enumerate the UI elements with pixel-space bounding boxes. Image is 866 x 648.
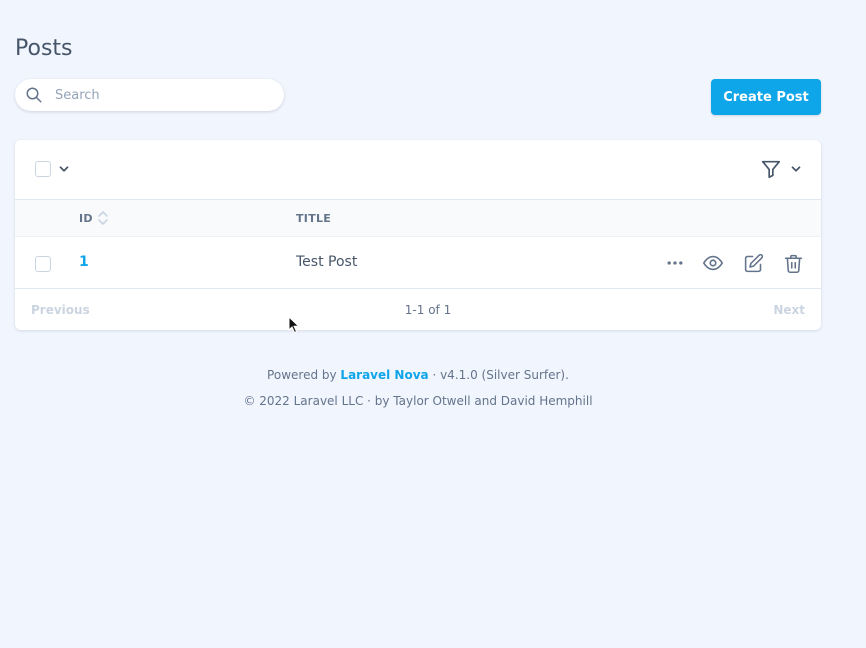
mouse-cursor-icon bbox=[288, 316, 300, 334]
footer-powered-by: Powered by Laravel Nova · v4.1.0 (Silver… bbox=[0, 368, 836, 382]
search-box[interactable] bbox=[15, 79, 284, 111]
footer-version: · v4.1.0 (Silver Surfer). bbox=[428, 368, 569, 382]
select-all-checkbox[interactable] bbox=[35, 161, 51, 177]
footer-copyright: © 2022 Laravel LLC · by Taylor Otwell an… bbox=[243, 394, 593, 408]
edit-button[interactable] bbox=[741, 251, 765, 275]
table-header: ID TITLE bbox=[15, 200, 821, 237]
resource-table-card: ID TITLE 1 Test Post Previous 1-1 of 1 N… bbox=[15, 140, 821, 330]
view-button[interactable] bbox=[701, 251, 725, 275]
filter-icon[interactable] bbox=[760, 158, 782, 180]
sort-icon[interactable] bbox=[97, 209, 109, 227]
chevron-down-icon[interactable] bbox=[789, 162, 803, 176]
table-row: 1 Test Post bbox=[15, 237, 821, 289]
search-input[interactable] bbox=[55, 79, 275, 111]
laravel-nova-link[interactable]: Laravel Nova bbox=[340, 368, 428, 382]
pencil-square-icon bbox=[744, 253, 763, 272]
eye-icon bbox=[703, 255, 723, 271]
page-title: Posts bbox=[15, 36, 73, 61]
row-actions-button[interactable] bbox=[663, 251, 687, 275]
page: Posts Create Post ID bbox=[0, 0, 866, 648]
delete-button[interactable] bbox=[781, 251, 805, 275]
row-checkbox[interactable] bbox=[35, 256, 51, 272]
create-post-button[interactable]: Create Post bbox=[711, 79, 821, 115]
trash-icon bbox=[784, 254, 802, 273]
ellipsis-icon bbox=[667, 261, 683, 265]
row-title: Test Post bbox=[296, 254, 358, 270]
next-button[interactable]: Next bbox=[773, 303, 805, 317]
table-toolbar bbox=[15, 140, 821, 200]
footer-powered-prefix: Powered by bbox=[267, 368, 341, 382]
pagination: Previous 1-1 of 1 Next bbox=[15, 290, 821, 330]
column-header-id[interactable]: ID bbox=[79, 212, 93, 225]
chevron-down-icon[interactable] bbox=[57, 162, 71, 176]
row-id-link[interactable]: 1 bbox=[79, 254, 89, 270]
column-header-title: TITLE bbox=[296, 212, 332, 225]
search-icon bbox=[26, 87, 42, 103]
pagination-info: 1-1 of 1 bbox=[404, 303, 452, 317]
